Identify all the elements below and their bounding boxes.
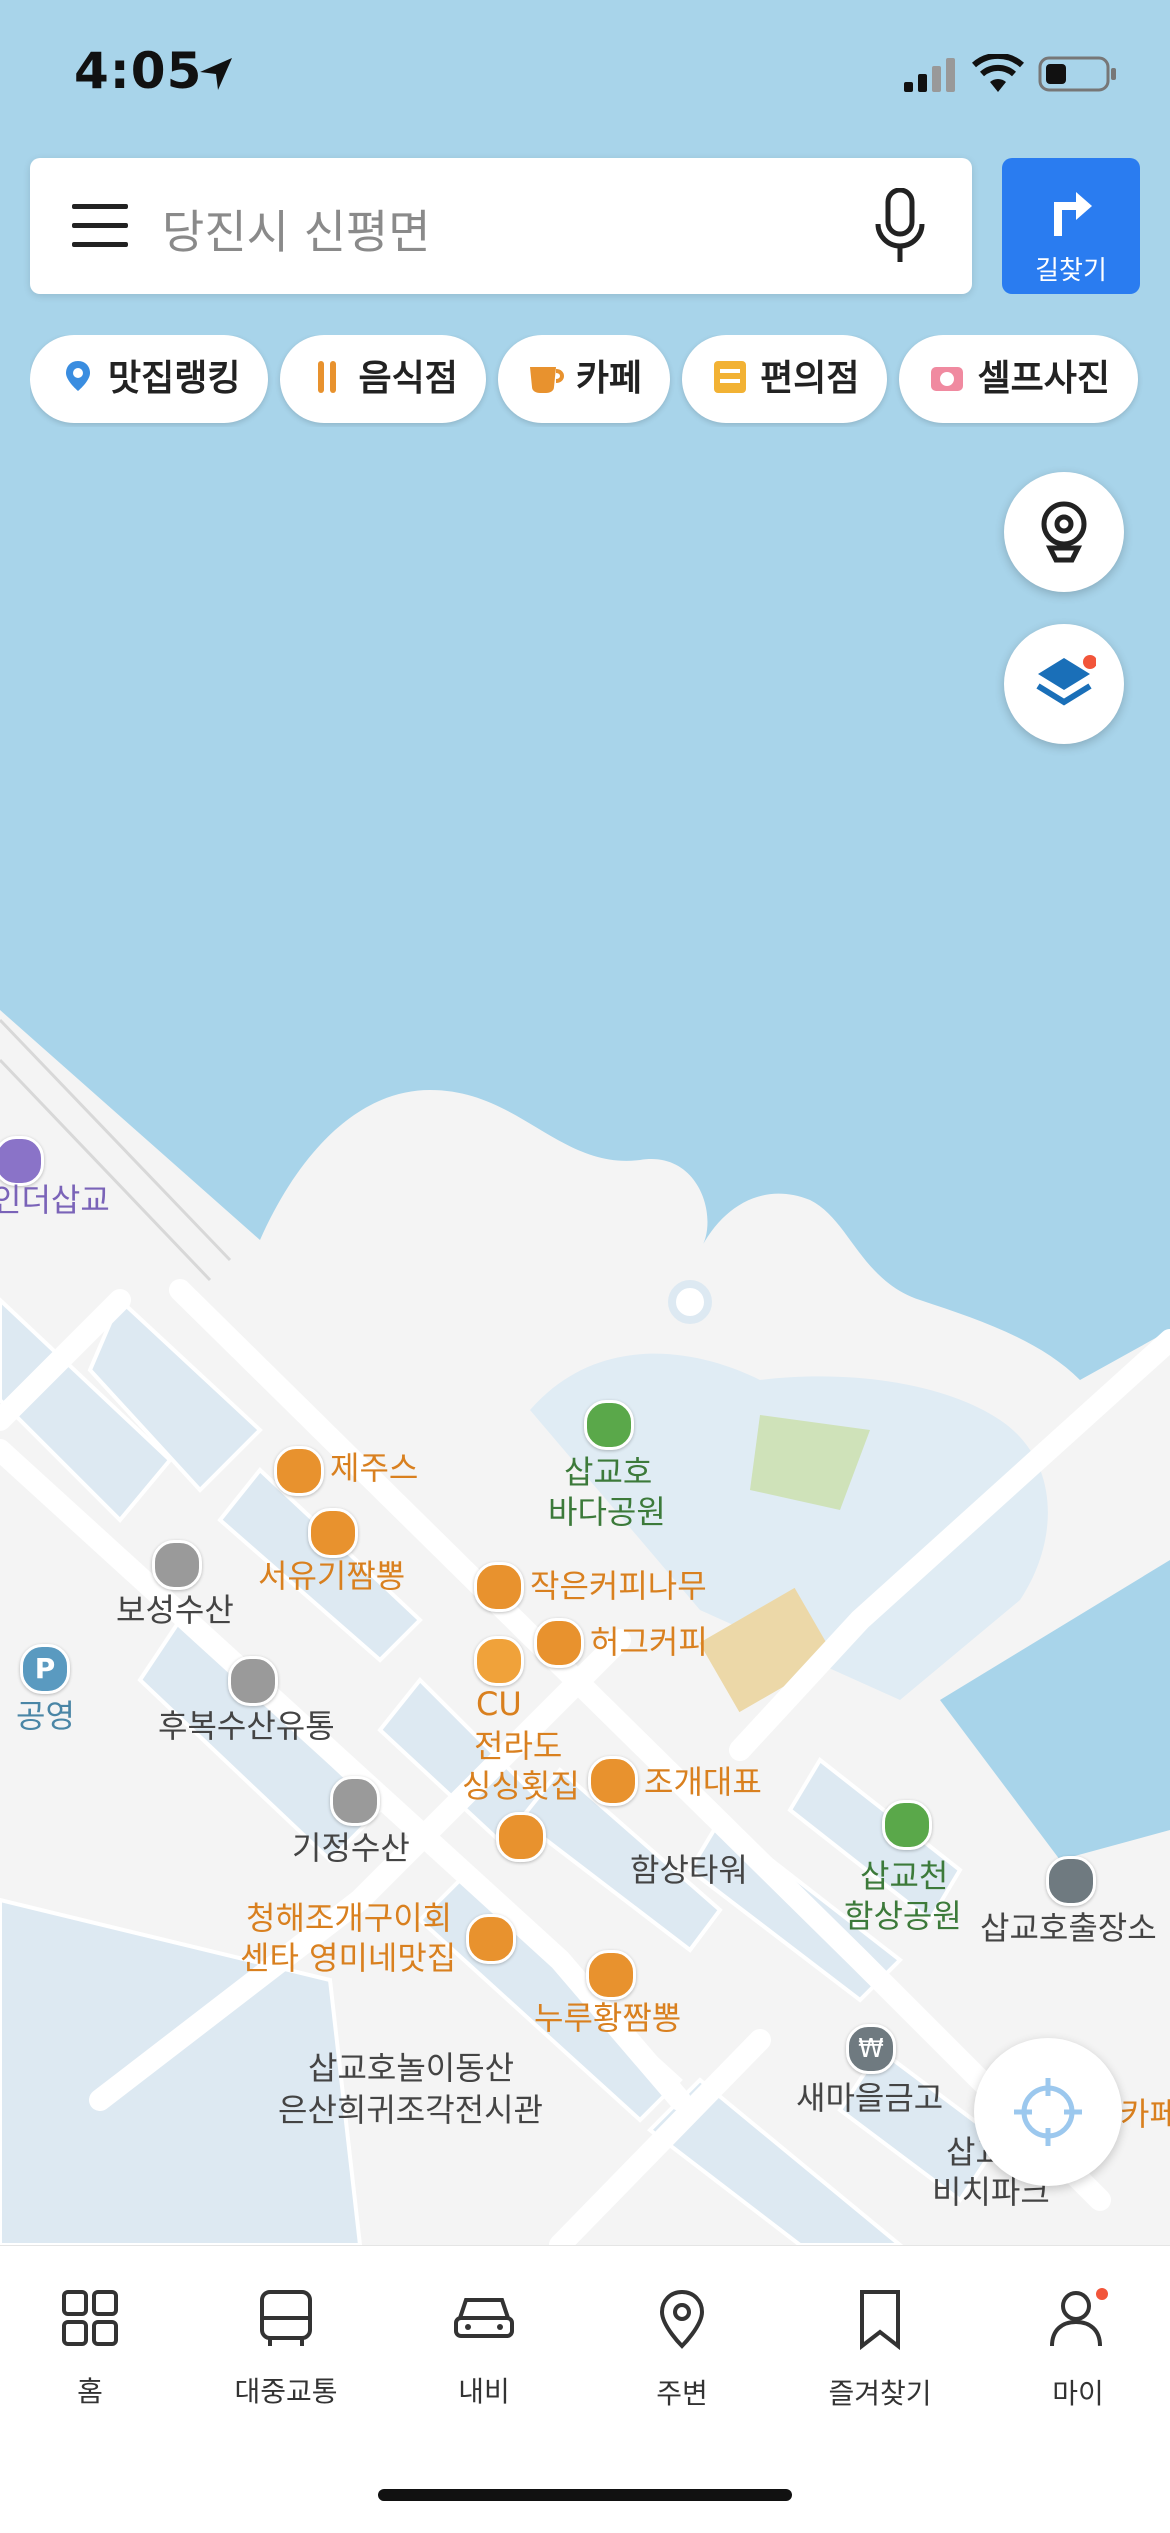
place-label[interactable]: 함상공원 <box>844 1896 962 1936</box>
place-label[interactable]: 후복수산유통 <box>158 1706 335 1746</box>
seafood-marker[interactable] <box>330 1776 380 1826</box>
park-marker[interactable] <box>882 1800 932 1850</box>
place-label[interactable]: 기정수산 <box>292 1828 410 1868</box>
place-label[interactable]: 센타 영미네맛집 <box>240 1938 456 1978</box>
place-label[interactable]: 보성수산 <box>116 1590 234 1630</box>
place-label[interactable]: 조개대표 <box>644 1762 762 1802</box>
location-arrow-icon <box>200 58 232 90</box>
restaurant-marker[interactable] <box>308 1508 358 1558</box>
tab-home[interactable]: 홈 <box>10 2288 170 2410</box>
bank-marker[interactable]: ₩ <box>846 2024 896 2074</box>
cctv-icon <box>1041 501 1087 563</box>
tab-transit[interactable]: 대중교통 <box>206 2288 366 2410</box>
tab-label: 즐겨찾기 <box>828 2377 932 2410</box>
chip-ranking[interactable]: 맛집랭킹 <box>30 335 269 423</box>
cafe-marker[interactable] <box>474 1562 524 1612</box>
restaurant-marker[interactable] <box>496 1812 546 1862</box>
tab-navi[interactable]: 내비 <box>404 2288 564 2410</box>
place-label[interactable]: 삽교천 <box>860 1856 948 1896</box>
24h-store-icon <box>714 361 747 393</box>
chip-convenience[interactable]: 편의점 <box>682 335 888 423</box>
cctv-button[interactable] <box>1004 472 1124 592</box>
place-label[interactable]: CU <box>476 1684 522 1724</box>
ranking-pin-icon <box>66 361 90 391</box>
chip-self-photo[interactable]: 셀프사진 <box>899 335 1138 423</box>
place-label[interactable]: 서유기짬뽕 <box>258 1556 405 1596</box>
location-pin-icon <box>659 2289 705 2349</box>
restaurant-marker[interactable] <box>586 1950 636 2000</box>
microphone-icon[interactable] <box>870 188 930 266</box>
place-label[interactable]: 새마을금고 <box>796 2078 943 2118</box>
tab-favorites[interactable]: 즐겨찾기 <box>800 2288 960 2412</box>
tab-label: 내비 <box>458 2375 510 2408</box>
place-label[interactable]: 함상타워 <box>630 1850 748 1890</box>
utensils-icon <box>318 361 337 393</box>
place-label[interactable]: 공영 <box>16 1696 75 1736</box>
place-label[interactable]: 전라도 <box>474 1726 562 1766</box>
chip-restaurant[interactable]: 음식점 <box>280 335 486 423</box>
menu-icon[interactable] <box>72 202 128 250</box>
cellular-signal-icon <box>904 58 955 92</box>
cafe-marker[interactable] <box>274 1446 324 1496</box>
grid-icon <box>62 2290 118 2346</box>
tab-label: 주변 <box>656 2377 708 2410</box>
chip-label: 카페 <box>575 358 643 399</box>
coffee-cup-icon <box>529 367 564 393</box>
tab-label: 마이 <box>1052 2377 1104 2410</box>
convenience-store-marker[interactable] <box>474 1636 524 1686</box>
place-label[interactable]: 삽교호놀이동산 <box>308 2048 514 2088</box>
home-indicator[interactable] <box>378 2489 792 2501</box>
place-label[interactable]: 은산희귀조각전시관 <box>278 2090 543 2130</box>
place-label[interactable]: 삽교호출장소 <box>980 1908 1157 1948</box>
camera-icon <box>931 367 964 391</box>
search-input[interactable]: 당진시 신평면 <box>162 196 431 262</box>
chip-label: 편의점 <box>760 358 860 399</box>
chip-label: 셀프사진 <box>977 358 1110 399</box>
place-label[interactable]: 싱싱횟집 <box>462 1766 580 1806</box>
layers-icon <box>1036 655 1096 706</box>
place-label[interactable]: 누루황짬뽕 <box>534 1998 681 2038</box>
directions-label: 길찾기 <box>1035 256 1107 286</box>
chip-cafe[interactable]: 카페 <box>497 335 671 423</box>
chip-label: 맛집랭킹 <box>108 358 241 399</box>
crosshair-icon <box>1014 2078 1082 2146</box>
place-label[interactable]: 삽교호 <box>564 1452 652 1492</box>
battery-icon <box>1038 56 1116 92</box>
place-label[interactable]: 청해조개구이회 <box>246 1898 452 1938</box>
current-location-button[interactable] <box>974 2038 1122 2186</box>
lodging-marker[interactable] <box>0 1136 44 1186</box>
place-label[interactable]: 허그커피 <box>590 1622 708 1662</box>
seafood-marker[interactable] <box>228 1656 278 1706</box>
tab-label: 대중교통 <box>234 2375 338 2408</box>
park-marker[interactable] <box>584 1400 634 1450</box>
turn-right-arrow-icon <box>1054 192 1092 236</box>
chip-label: 음식점 <box>358 358 458 399</box>
status-time: 4:05 <box>74 42 203 100</box>
place-label[interactable]: 카페 <box>1120 2094 1170 2134</box>
place-label[interactable]: 작은커피나무 <box>530 1566 707 1606</box>
place-label[interactable]: 바다공원 <box>548 1492 666 1532</box>
search-bar[interactable]: 당진시 신평면 <box>30 158 972 294</box>
parking-marker[interactable]: P <box>20 1644 70 1694</box>
tab-label: 홈 <box>77 2375 103 2408</box>
layers-button[interactable] <box>1004 624 1124 744</box>
bookmark-icon <box>860 2290 900 2351</box>
directions-button[interactable]: 길찾기 <box>1002 158 1140 294</box>
police-marker[interactable] <box>1046 1856 1096 1906</box>
bus-icon <box>260 2290 312 2346</box>
category-chips: 맛집랭킹 음식점 카페 편의점 셀프사진 <box>30 335 1170 427</box>
person-icon <box>1050 2288 1108 2347</box>
wifi-icon <box>972 54 1024 92</box>
status-bar: 4:05 <box>0 0 1170 150</box>
restaurant-marker[interactable] <box>466 1914 516 1964</box>
seafood-marker[interactable] <box>152 1540 202 1590</box>
tab-my[interactable]: 마이 <box>998 2288 1158 2412</box>
cafe-marker[interactable] <box>534 1618 584 1668</box>
place-label[interactable]: 인더삽교 <box>0 1180 110 1220</box>
restaurant-marker[interactable] <box>588 1756 638 1806</box>
tab-nearby[interactable]: 주변 <box>602 2288 762 2412</box>
place-label[interactable]: 제주스 <box>330 1448 418 1488</box>
car-icon <box>454 2298 514 2338</box>
